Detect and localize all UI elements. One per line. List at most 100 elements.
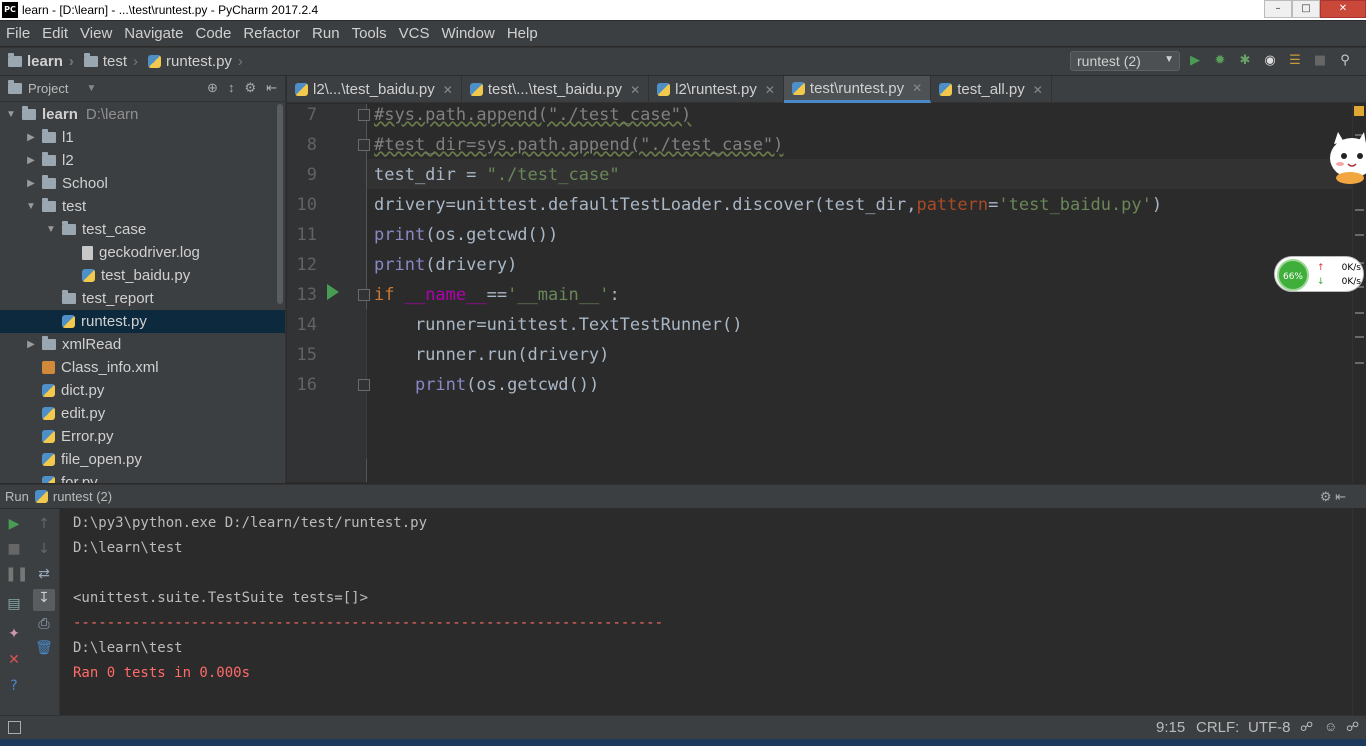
print-icon[interactable]: ⎙ (35, 615, 53, 633)
help-icon[interactable]: ? (5, 677, 23, 695)
close-icon[interactable]: ✕ (1033, 83, 1043, 97)
menu-help[interactable]: Help (507, 25, 538, 42)
close-icon[interactable]: ✕ (765, 83, 775, 97)
editor-tab[interactable]: l2\runtest.py ✕ (649, 76, 784, 103)
close-icon[interactable]: ✕ (443, 83, 453, 97)
tree-item[interactable]: Error.py (0, 425, 285, 448)
run-console-output[interactable]: D:\py3\python.exe D:/learn/test/runtest.… (61, 509, 1352, 715)
code-line[interactable]: 10 drivery=unittest.defaultTestLoader.dis… (287, 190, 1366, 220)
close-button[interactable]: ✕ (1320, 0, 1366, 18)
close-icon[interactable]: ✕ (912, 81, 922, 95)
debug-icon[interactable]: ✹ (1211, 52, 1229, 70)
inspector-icon[interactable]: ☺ (1324, 719, 1337, 734)
run-icon[interactable]: ▶ (1186, 52, 1204, 70)
tree-item[interactable]: ▼ test_case (0, 218, 285, 241)
collapse-icon[interactable]: ↕ (228, 80, 235, 96)
tree-item[interactable]: geckodriver.log (0, 241, 285, 264)
tree-item[interactable]: runtest.py (0, 310, 285, 333)
run-configuration-select[interactable]: runtest (2) ▼ (1070, 51, 1180, 71)
tree-item[interactable]: ▼ learn D:\learn (0, 103, 285, 126)
concurrency-icon[interactable]: ☰ (1286, 52, 1304, 70)
expanded-arrow-icon[interactable]: ▼ (24, 201, 38, 212)
pause-icon[interactable]: ❚❚ (5, 565, 28, 583)
file-encoding[interactable]: UTF-8 (1248, 719, 1291, 736)
gear-icon[interactable]: ⚙ (244, 80, 256, 96)
collapsed-arrow-icon[interactable]: ▶ (24, 339, 38, 350)
tree-item[interactable]: edit.py (0, 402, 285, 425)
minimize-button[interactable]: – (1264, 0, 1292, 18)
editor-tab[interactable]: test\runtest.py ✕ (783, 76, 932, 103)
tree-item[interactable]: ▶ l1 (0, 126, 285, 149)
code-line[interactable]: 11 print(os.getcwd()) (287, 220, 1366, 250)
code-line[interactable]: 14 runner=unittest.TextTestRunner() (287, 310, 1366, 340)
dump-threads-icon[interactable]: ▤ (5, 595, 23, 613)
error-stripe-marker[interactable] (1355, 362, 1364, 364)
error-stripe-marker[interactable] (1355, 209, 1364, 211)
fold-marker-icon[interactable] (358, 289, 370, 301)
menu-file[interactable]: File (6, 25, 30, 42)
editor-tab[interactable]: l2\...\test_baidu.py ✕ (287, 76, 462, 103)
tree-item[interactable]: dict.py (0, 379, 285, 402)
tool-windows-icon[interactable] (8, 721, 21, 734)
arrow-up-icon[interactable]: ↑ (35, 515, 53, 533)
editor-tab[interactable]: test\...\test_baidu.py ✕ (462, 76, 650, 103)
menu-navigate[interactable]: Navigate (124, 25, 183, 42)
error-stripe-marker[interactable] (1355, 336, 1364, 338)
breadcrumb-file[interactable]: runtest.py › (148, 53, 243, 70)
expanded-arrow-icon[interactable]: ▼ (44, 224, 58, 235)
code-editor[interactable]: 7 #sys.path.append("./test_case") 8 #test_d… (287, 104, 1366, 482)
tree-item[interactable]: file_open.py (0, 448, 285, 471)
code-line[interactable]: 15 runner.run(drivery) (287, 340, 1366, 370)
menu-edit[interactable]: Edit (42, 25, 68, 42)
tree-item[interactable]: ▶ l2 (0, 149, 285, 172)
code-line[interactable]: 12 print(drivery) (287, 250, 1366, 280)
trash-icon[interactable]: 🗑 (35, 639, 53, 657)
close-icon[interactable]: ✕ (630, 83, 640, 97)
stop-icon[interactable]: ■ (1311, 52, 1329, 70)
scroll-to-end-icon[interactable]: ↧ (33, 589, 55, 611)
stop-icon[interactable]: ■ (5, 540, 23, 558)
collapsed-arrow-icon[interactable]: ▶ (24, 132, 38, 143)
fold-marker-icon[interactable] (358, 379, 370, 391)
menu-run[interactable]: Run (312, 25, 340, 42)
gear-icon[interactable]: ⚙ ⇤ (1320, 489, 1346, 505)
error-stripe-marker[interactable] (1355, 234, 1364, 236)
locate-icon[interactable]: ⊕ (207, 80, 218, 96)
menu-vcs[interactable]: VCS (399, 25, 430, 42)
chevron-down-icon[interactable]: ▼ (86, 83, 96, 94)
menu-window[interactable]: Window (441, 25, 494, 42)
project-panel-title[interactable]: Project (28, 81, 68, 96)
tree-item[interactable]: ▶ xmlRead (0, 333, 285, 356)
console-scrollbar[interactable] (1352, 509, 1366, 715)
code-line[interactable]: 8 #test_dir=sys.path.append("./test_case"… (287, 130, 1366, 160)
tree-item[interactable]: ▼ test (0, 195, 285, 218)
event-log-icon[interactable]: ☍ (1346, 719, 1359, 735)
line-separator[interactable]: CRLF: (1196, 719, 1239, 736)
fold-marker-icon[interactable] (358, 109, 370, 121)
soft-wrap-icon[interactable]: ⇄ (35, 565, 53, 583)
rerun-icon[interactable]: ▶ (5, 515, 23, 533)
menu-tools[interactable]: Tools (352, 25, 387, 42)
maximize-button[interactable]: □ (1292, 0, 1320, 18)
warning-marker-icon[interactable] (1354, 106, 1364, 116)
project-scrollbar[interactable] (277, 104, 283, 304)
collapsed-arrow-icon[interactable]: ▶ (24, 155, 38, 166)
coverage-icon[interactable]: ✱ (1236, 52, 1254, 70)
run-tab-label[interactable]: runtest (2) (53, 489, 112, 504)
code-line[interactable]: 16 print(os.getcwd()) (287, 370, 1366, 400)
expanded-arrow-icon[interactable]: ▼ (4, 109, 18, 120)
tree-item[interactable]: for.py (0, 471, 285, 483)
fold-marker-icon[interactable] (358, 139, 370, 151)
profile-icon[interactable]: ◉ (1261, 52, 1279, 70)
collapsed-arrow-icon[interactable]: ▶ (24, 178, 38, 189)
run-panel-title[interactable]: Run (5, 489, 29, 504)
lock-icon[interactable]: ☍ (1300, 719, 1313, 735)
breadcrumb-folder[interactable]: test › (83, 53, 138, 70)
code-line[interactable]: 7 #sys.path.append("./test_case") (287, 104, 1366, 130)
close-icon[interactable]: ✕ (5, 651, 23, 669)
editor-tab[interactable]: test_all.py ✕ (931, 76, 1052, 103)
breadcrumb-project[interactable]: learn › (8, 53, 74, 70)
search-icon[interactable]: ⚲ (1336, 52, 1354, 70)
run-gutter-icon[interactable] (327, 284, 339, 300)
pin-icon[interactable]: ✦ (5, 625, 23, 643)
